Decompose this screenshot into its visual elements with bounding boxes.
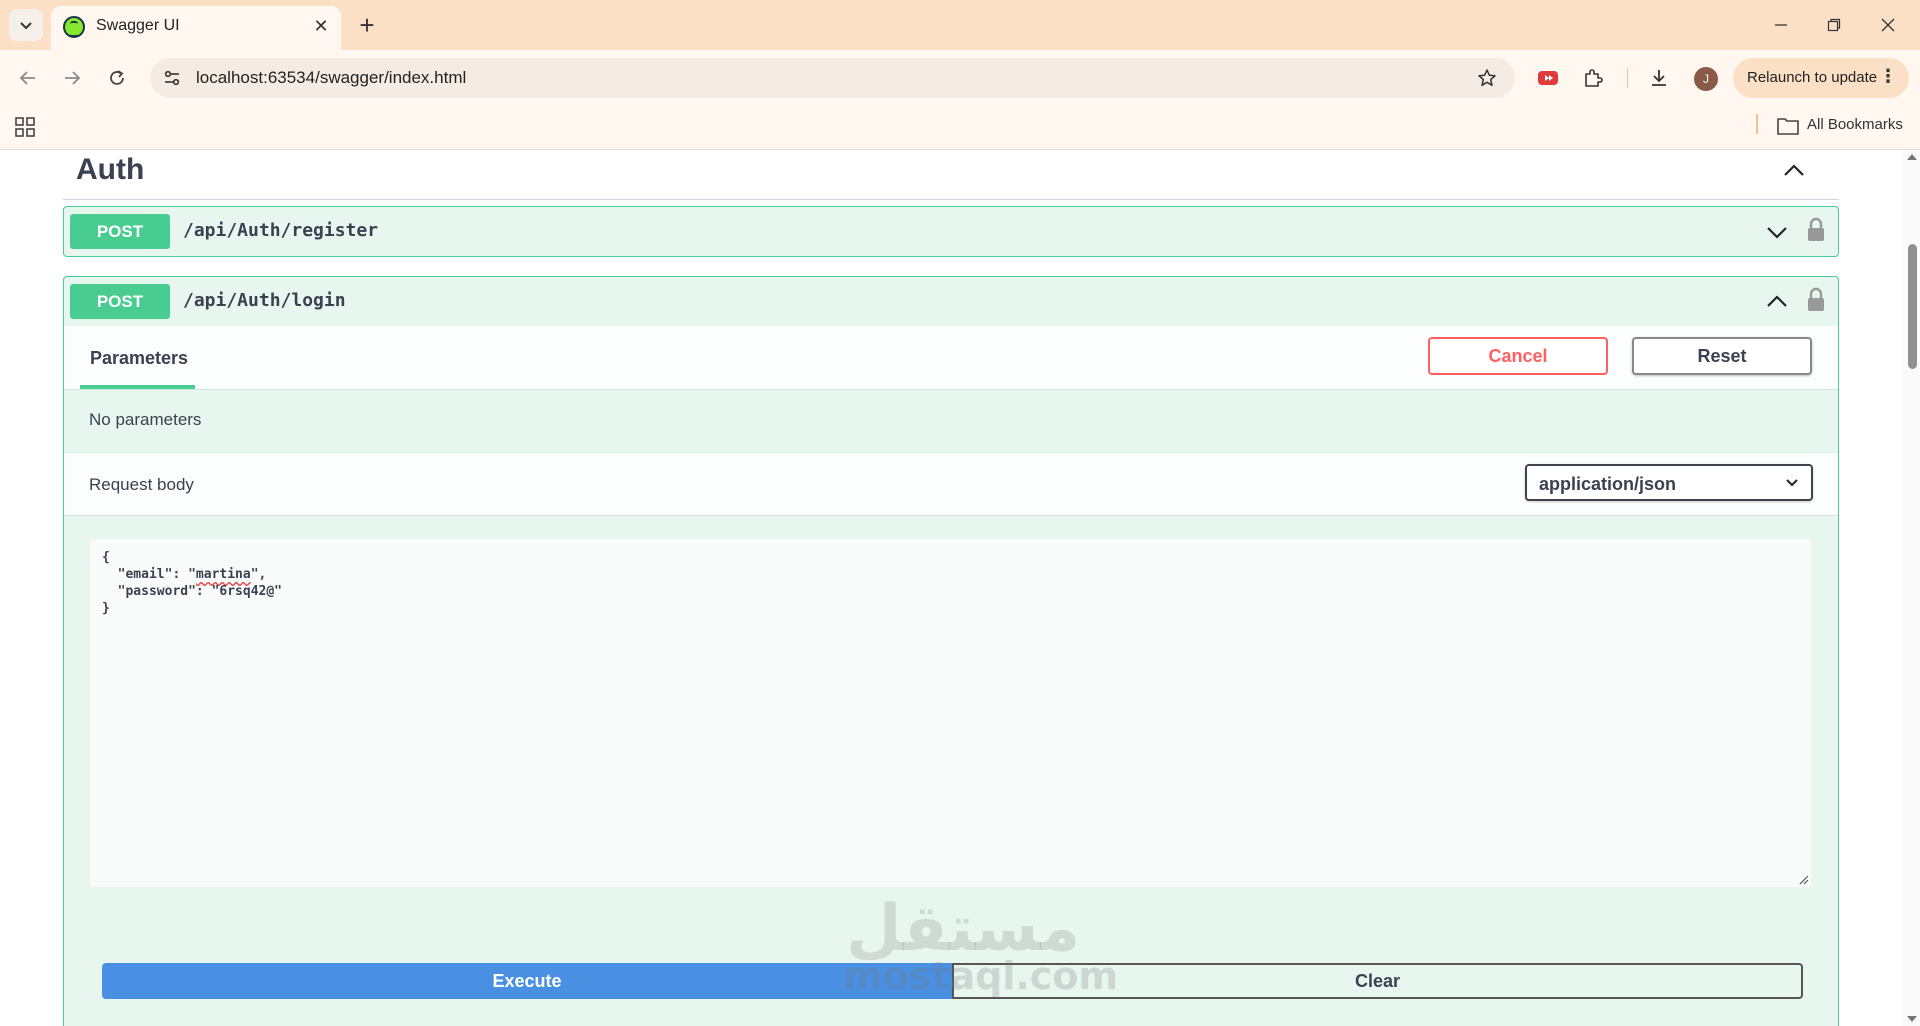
close-icon xyxy=(1881,18,1895,32)
more-vert-icon[interactable]: ⋮ xyxy=(1879,66,1897,87)
operation-login: POST /api/Auth/login Parameters Cancel R… xyxy=(63,276,1839,1026)
scrollbar-thumb[interactable] xyxy=(1908,244,1917,369)
no-parameters-text: No parameters xyxy=(89,410,202,429)
chevron-up-icon[interactable] xyxy=(1780,156,1808,184)
minimize-icon xyxy=(1775,24,1787,26)
operation-path: /api/Auth/login xyxy=(183,290,346,311)
json-line: { xyxy=(102,550,110,565)
tab-parameters[interactable]: Parameters xyxy=(90,348,188,369)
section-divider xyxy=(63,199,1839,200)
lock-icon[interactable] xyxy=(1806,287,1826,313)
tab-title: Swagger UI xyxy=(96,17,180,34)
youtube-extension-button[interactable] xyxy=(1532,62,1564,94)
swagger-page: Auth POST /api/Auth/register POST /api/A… xyxy=(0,150,1920,1026)
reload-button[interactable] xyxy=(101,62,133,94)
reset-button[interactable]: Reset xyxy=(1632,337,1812,375)
operation-summary[interactable]: POST /api/Auth/login xyxy=(64,277,1838,325)
request-body-label: Request body xyxy=(89,475,194,494)
download-icon xyxy=(1652,70,1666,86)
apps-grid-icon[interactable] xyxy=(14,116,36,138)
tab-search-button[interactable] xyxy=(9,9,43,41)
resize-grip-icon[interactable] xyxy=(1799,875,1809,885)
restore-button[interactable] xyxy=(1814,10,1854,40)
cancel-button[interactable]: Cancel xyxy=(1428,337,1608,375)
section-title[interactable]: Auth xyxy=(76,153,144,187)
chevron-down-icon[interactable] xyxy=(1764,219,1790,245)
request-body-editor[interactable]: { "email": "martina", "password": "6rsq4… xyxy=(89,538,1812,888)
back-button[interactable] xyxy=(12,62,44,94)
chevron-up-icon[interactable] xyxy=(1764,289,1790,315)
minimize-button[interactable] xyxy=(1761,10,1801,40)
operation-summary[interactable]: POST /api/Auth/register xyxy=(64,207,1838,255)
json-line: ", xyxy=(250,567,267,582)
bookmarks-bar: All Bookmarks xyxy=(0,106,1920,150)
active-tab-indicator xyxy=(80,385,195,389)
scroll-down-arrow-icon[interactable] xyxy=(1907,1016,1917,1022)
puzzle-extensions-icon xyxy=(1585,69,1603,87)
site-settings-icon[interactable] xyxy=(160,66,184,90)
downloads-button[interactable] xyxy=(1643,62,1675,94)
scroll-up-arrow-icon[interactable] xyxy=(1907,154,1917,160)
browser-tab[interactable]: Swagger UI ✕ xyxy=(51,6,341,50)
operation-register: POST /api/Auth/register xyxy=(63,206,1839,257)
tab-strip: Swagger UI ✕ + xyxy=(0,0,1920,50)
method-badge: POST xyxy=(70,284,170,319)
reload-icon xyxy=(110,70,124,85)
request-body-text[interactable]: { "email": "martina", "password": "6rsq4… xyxy=(102,549,282,617)
address-bar[interactable]: localhost:63534/swagger/index.html xyxy=(150,58,1515,98)
back-arrow-icon xyxy=(19,71,35,85)
execute-button[interactable]: Execute xyxy=(102,963,952,999)
close-icon[interactable]: ✕ xyxy=(309,14,333,38)
star-icon[interactable] xyxy=(1475,66,1499,90)
json-line: } xyxy=(102,601,110,616)
method-badge: POST xyxy=(70,214,170,249)
content-type-value: application/json xyxy=(1539,474,1677,494)
forward-arrow-icon xyxy=(65,71,81,85)
swagger-favicon xyxy=(63,16,85,38)
lock-icon[interactable] xyxy=(1806,217,1826,243)
tab-list-icon xyxy=(20,22,32,30)
json-line: "email": " xyxy=(102,567,196,582)
operation-path: /api/Auth/register xyxy=(183,220,379,241)
all-bookmarks-link[interactable]: All Bookmarks xyxy=(1807,116,1903,133)
toolbar-divider xyxy=(1627,68,1628,88)
forward-button[interactable] xyxy=(56,62,88,94)
bookmarks-separator xyxy=(1756,114,1758,134)
profile-avatar[interactable]: J xyxy=(1694,67,1718,91)
clear-button[interactable]: Clear xyxy=(952,963,1803,999)
restore-icon xyxy=(1827,18,1841,32)
folder-icon[interactable] xyxy=(1776,115,1800,137)
request-body-header: Request body application/json xyxy=(64,452,1838,516)
parameters-header: Parameters Cancel Reset xyxy=(64,326,1838,390)
plus-icon[interactable]: + xyxy=(352,10,382,40)
relaunch-button[interactable]: Relaunch to update ⋮ xyxy=(1733,58,1909,98)
scrollbar[interactable] xyxy=(1903,150,1920,1026)
youtube-extension-icon xyxy=(1538,71,1558,85)
extensions-button[interactable] xyxy=(1577,62,1609,94)
browser-toolbar: localhost:63534/swagger/index.html J Rel… xyxy=(0,50,1920,106)
chevron-down-icon xyxy=(1786,479,1798,487)
content-type-select[interactable]: application/json xyxy=(1525,464,1813,501)
url-text[interactable]: localhost:63534/swagger/index.html xyxy=(196,68,466,88)
window-close-button[interactable] xyxy=(1868,10,1908,40)
json-email-value: martina xyxy=(195,567,251,582)
relaunch-label: Relaunch to update xyxy=(1747,69,1878,86)
json-line: "password": "6rsq42@" xyxy=(102,584,283,599)
